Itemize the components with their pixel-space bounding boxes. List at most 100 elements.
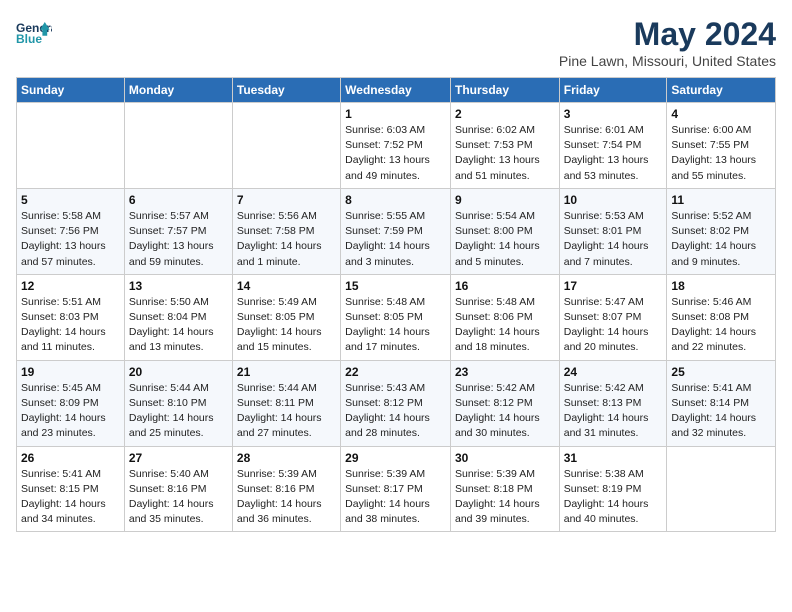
day-info: Sunrise: 5:49 AMSunset: 8:05 PMDaylight:…	[237, 295, 336, 356]
day-number: 6	[129, 193, 228, 207]
day-number: 21	[237, 365, 336, 379]
calendar-cell: 1Sunrise: 6:03 AMSunset: 7:52 PMDaylight…	[341, 103, 451, 189]
day-number: 22	[345, 365, 446, 379]
day-info: Sunrise: 5:58 AMSunset: 7:56 PMDaylight:…	[21, 209, 120, 270]
day-info: Sunrise: 5:50 AMSunset: 8:04 PMDaylight:…	[129, 295, 228, 356]
day-info: Sunrise: 6:02 AMSunset: 7:53 PMDaylight:…	[455, 123, 555, 184]
calendar-cell: 15Sunrise: 5:48 AMSunset: 8:05 PMDayligh…	[341, 274, 451, 360]
calendar-cell: 9 Sunrise: 5:54 AMSunset: 8:00 PMDaylight…	[450, 188, 559, 274]
day-number: 9	[455, 193, 555, 207]
day-info: Sunrise: 5:40 AMSunset: 8:16 PMDaylight:…	[129, 467, 228, 528]
column-header-monday: Monday	[124, 78, 232, 103]
logo-icon: General Blue	[16, 16, 52, 52]
column-header-thursday: Thursday	[450, 78, 559, 103]
calendar-cell: 25 Sunrise: 5:41 AMSunset: 8:14 PMDayligh…	[667, 360, 776, 446]
day-info: Sunrise: 5:42 AMSunset: 8:13 PMDaylight:…	[564, 381, 663, 442]
day-info: Sunrise: 5:56 AMSunset: 7:58 PMDaylight:…	[237, 209, 336, 270]
day-number: 5	[21, 193, 120, 207]
day-number: 27	[129, 451, 228, 465]
day-number: 7	[237, 193, 336, 207]
day-info: Sunrise: 5:42 AMSunset: 8:12 PMDaylight:…	[455, 381, 555, 442]
calendar-table: SundayMondayTuesdayWednesdayThursdayFrid…	[16, 77, 776, 532]
calendar-week-2: 5 Sunrise: 5:58 AMSunset: 7:56 PMDaylight…	[17, 188, 776, 274]
calendar-cell: 14 Sunrise: 5:49 AMSunset: 8:05 PMDayligh…	[232, 274, 340, 360]
day-number: 14	[237, 279, 336, 293]
calendar-cell	[232, 103, 340, 189]
day-number: 2	[455, 107, 555, 121]
calendar-cell: 21 Sunrise: 5:44 AMSunset: 8:11 PMDayligh…	[232, 360, 340, 446]
day-info: Sunrise: 6:00 AMSunset: 7:55 PMDaylight:…	[671, 123, 771, 184]
day-number: 13	[129, 279, 228, 293]
calendar-subtitle: Pine Lawn, Missouri, United States	[559, 53, 776, 69]
day-number: 4	[671, 107, 771, 121]
logo: General Blue	[16, 16, 56, 52]
calendar-cell	[17, 103, 125, 189]
day-info: Sunrise: 5:48 AMSunset: 8:06 PMDaylight:…	[455, 295, 555, 356]
calendar-cell	[124, 103, 232, 189]
calendar-header: SundayMondayTuesdayWednesdayThursdayFrid…	[17, 78, 776, 103]
calendar-cell: 26 Sunrise: 5:41 AMSunset: 8:15 PMDayligh…	[17, 446, 125, 532]
calendar-cell: 27 Sunrise: 5:40 AMSunset: 8:16 PMDayligh…	[124, 446, 232, 532]
day-info: Sunrise: 5:44 AMSunset: 8:11 PMDaylight:…	[237, 381, 336, 442]
calendar-cell: 28 Sunrise: 5:39 AMSunset: 8:16 PMDayligh…	[232, 446, 340, 532]
calendar-cell: 10Sunrise: 5:53 AMSunset: 8:01 PMDayligh…	[559, 188, 667, 274]
calendar-title: May 2024	[559, 16, 776, 53]
day-info: Sunrise: 5:47 AMSunset: 8:07 PMDaylight:…	[564, 295, 663, 356]
day-number: 26	[21, 451, 120, 465]
column-header-wednesday: Wednesday	[341, 78, 451, 103]
column-header-tuesday: Tuesday	[232, 78, 340, 103]
calendar-cell: 8 Sunrise: 5:55 AMSunset: 7:59 PMDaylight…	[341, 188, 451, 274]
day-number: 29	[345, 451, 446, 465]
calendar-body: 1Sunrise: 6:03 AMSunset: 7:52 PMDaylight…	[17, 103, 776, 532]
calendar-cell: 2 Sunrise: 6:02 AMSunset: 7:53 PMDaylight…	[450, 103, 559, 189]
day-number: 25	[671, 365, 771, 379]
day-number: 20	[129, 365, 228, 379]
column-header-friday: Friday	[559, 78, 667, 103]
calendar-week-5: 26 Sunrise: 5:41 AMSunset: 8:15 PMDayligh…	[17, 446, 776, 532]
day-info: Sunrise: 5:41 AMSunset: 8:15 PMDaylight:…	[21, 467, 120, 528]
day-number: 31	[564, 451, 663, 465]
day-info: Sunrise: 5:45 AMSunset: 8:09 PMDaylight:…	[21, 381, 120, 442]
calendar-cell: 31 Sunrise: 5:38 AMSunset: 8:19 PMDayligh…	[559, 446, 667, 532]
calendar-cell: 22Sunrise: 5:43 AMSunset: 8:12 PMDayligh…	[341, 360, 451, 446]
day-info: Sunrise: 5:54 AMSunset: 8:00 PMDaylight:…	[455, 209, 555, 270]
day-number: 1	[345, 107, 446, 121]
day-info: Sunrise: 5:51 AMSunset: 8:03 PMDaylight:…	[21, 295, 120, 356]
calendar-cell: 3 Sunrise: 6:01 AMSunset: 7:54 PMDaylight…	[559, 103, 667, 189]
calendar-week-1: 1Sunrise: 6:03 AMSunset: 7:52 PMDaylight…	[17, 103, 776, 189]
calendar-cell: 23Sunrise: 5:42 AMSunset: 8:12 PMDayligh…	[450, 360, 559, 446]
day-number: 30	[455, 451, 555, 465]
calendar-cell: 5 Sunrise: 5:58 AMSunset: 7:56 PMDaylight…	[17, 188, 125, 274]
calendar-cell: 11 Sunrise: 5:52 AMSunset: 8:02 PMDayligh…	[667, 188, 776, 274]
calendar-cell: 7 Sunrise: 5:56 AMSunset: 7:58 PMDaylight…	[232, 188, 340, 274]
calendar-cell: 17Sunrise: 5:47 AMSunset: 8:07 PMDayligh…	[559, 274, 667, 360]
column-header-saturday: Saturday	[667, 78, 776, 103]
day-number: 11	[671, 193, 771, 207]
day-info: Sunrise: 6:01 AMSunset: 7:54 PMDaylight:…	[564, 123, 663, 184]
day-number: 16	[455, 279, 555, 293]
day-info: Sunrise: 5:38 AMSunset: 8:19 PMDaylight:…	[564, 467, 663, 528]
day-info: Sunrise: 5:39 AMSunset: 8:18 PMDaylight:…	[455, 467, 555, 528]
day-info: Sunrise: 5:41 AMSunset: 8:14 PMDaylight:…	[671, 381, 771, 442]
calendar-cell: 30 Sunrise: 5:39 AMSunset: 8:18 PMDayligh…	[450, 446, 559, 532]
day-number: 10	[564, 193, 663, 207]
column-header-sunday: Sunday	[17, 78, 125, 103]
calendar-cell: 20Sunrise: 5:44 AMSunset: 8:10 PMDayligh…	[124, 360, 232, 446]
day-info: Sunrise: 5:48 AMSunset: 8:05 PMDaylight:…	[345, 295, 446, 356]
calendar-cell: 24Sunrise: 5:42 AMSunset: 8:13 PMDayligh…	[559, 360, 667, 446]
day-info: Sunrise: 5:52 AMSunset: 8:02 PMDaylight:…	[671, 209, 771, 270]
svg-text:Blue: Blue	[16, 32, 42, 46]
day-info: Sunrise: 5:57 AMSunset: 7:57 PMDaylight:…	[129, 209, 228, 270]
day-number: 28	[237, 451, 336, 465]
day-info: Sunrise: 5:46 AMSunset: 8:08 PMDaylight:…	[671, 295, 771, 356]
day-number: 8	[345, 193, 446, 207]
day-info: Sunrise: 5:39 AMSunset: 8:16 PMDaylight:…	[237, 467, 336, 528]
day-number: 3	[564, 107, 663, 121]
calendar-cell: 16 Sunrise: 5:48 AMSunset: 8:06 PMDayligh…	[450, 274, 559, 360]
calendar-cell: 19 Sunrise: 5:45 AMSunset: 8:09 PMDayligh…	[17, 360, 125, 446]
day-number: 19	[21, 365, 120, 379]
calendar-cell	[667, 446, 776, 532]
day-number: 18	[671, 279, 771, 293]
day-info: Sunrise: 5:55 AMSunset: 7:59 PMDaylight:…	[345, 209, 446, 270]
day-number: 12	[21, 279, 120, 293]
